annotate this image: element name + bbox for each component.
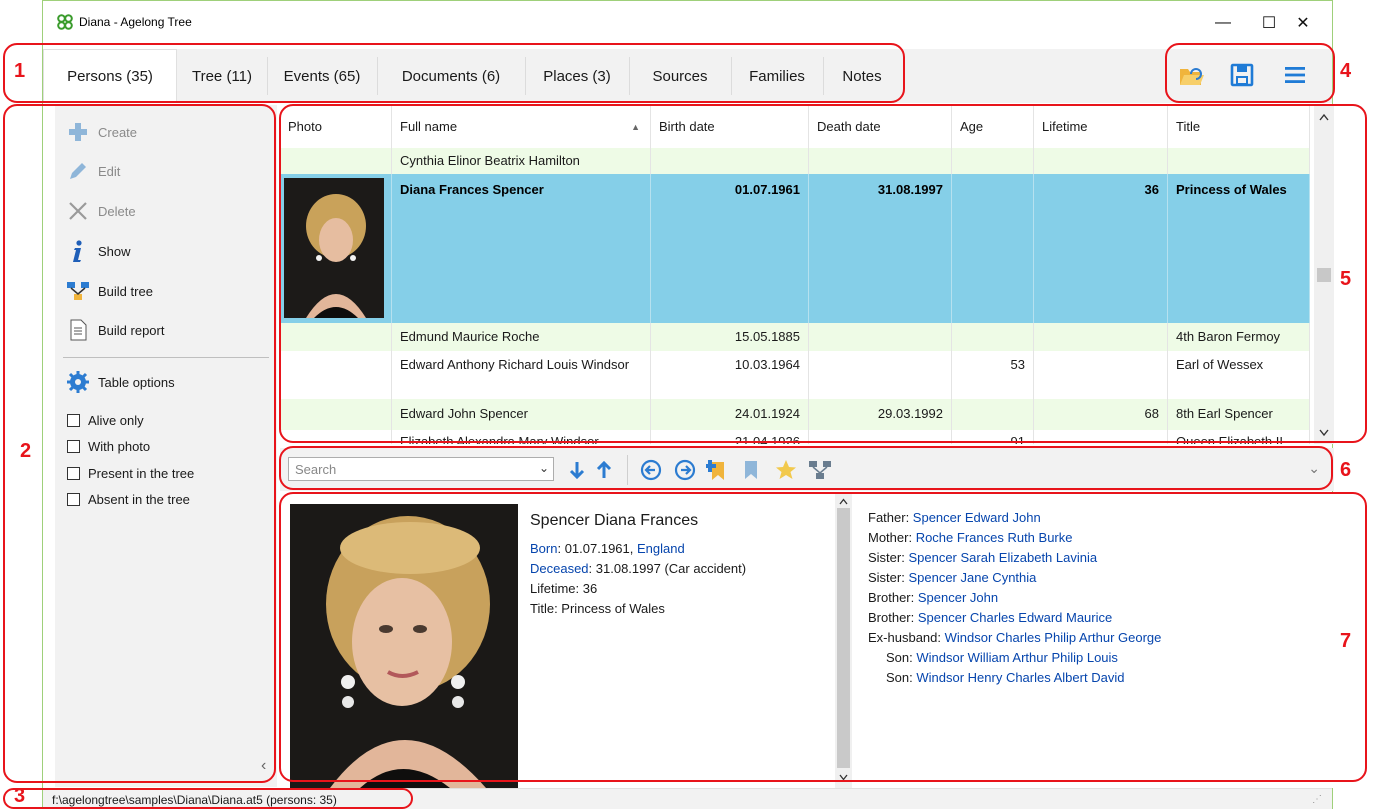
resize-grip-icon[interactable]: ⋰ <box>1312 794 1322 805</box>
minimize-button[interactable]: — <box>1200 9 1246 37</box>
close-button[interactable]: ✕ <box>1280 9 1326 37</box>
screenshot-stage: Diana - Agelong Tree — ☐ ✕ Persons (35) … <box>0 0 1375 809</box>
title-bar: Diana - Agelong Tree — ☐ ✕ <box>43 1 1332 43</box>
callout-box-7 <box>279 492 1367 782</box>
callout-number: 5 <box>1340 268 1352 290</box>
callout-box-6 <box>279 446 1333 490</box>
callout-box-5 <box>279 104 1367 443</box>
callout-number: 4 <box>1340 60 1352 82</box>
callout-box-4 <box>1165 43 1335 103</box>
callout-number: 3 <box>14 785 26 807</box>
callout-box-1 <box>3 43 905 103</box>
callout-box-3 <box>3 788 413 809</box>
callout-number: 7 <box>1340 630 1352 652</box>
callout-number: 2 <box>20 440 32 462</box>
app-logo-icon <box>57 14 73 30</box>
callout-box-2 <box>3 104 276 783</box>
callout-number: 6 <box>1340 459 1352 481</box>
callout-number: 1 <box>14 60 26 82</box>
window-title: Diana - Agelong Tree <box>79 15 192 29</box>
